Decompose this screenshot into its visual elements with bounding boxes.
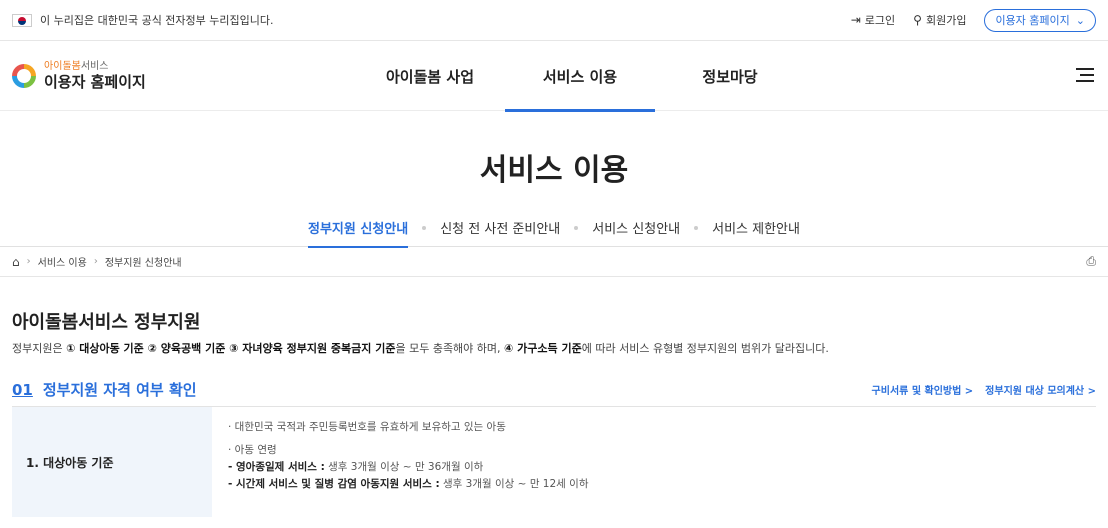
gov-bar: 이 누리집은 대한민국 공식 전자정부 누리집입니다. ⇥ 로그인 ⚲ 회원가입…	[0, 0, 1108, 41]
content-heading: 아이돌봄서비스 정부지원	[12, 312, 201, 333]
menu-icon[interactable]	[1076, 68, 1094, 82]
criteria-body: · 대한민국 국적과 주민등록번호를 유효하게 보유하고 있는 아동 · 아동 …	[212, 407, 589, 517]
separator-dot	[574, 226, 579, 230]
tab-gov-support[interactable]: 정부지원 신청안내	[308, 218, 409, 248]
breadcrumb-item[interactable]: 서비스 이용	[38, 254, 87, 269]
documents-link[interactable]: 구비서류 및 확인방법 >	[872, 382, 974, 397]
logo[interactable]: 아이돌봄서비스 이용자 홈페이지	[12, 61, 312, 91]
breadcrumb-item[interactable]: 정부지원 신청안내	[105, 254, 182, 269]
logo-title: 이용자 홈페이지	[44, 72, 146, 91]
criteria-label: 1. 대상아동 기준	[12, 407, 212, 517]
signup-label: 회원가입	[925, 14, 967, 27]
login-icon: ⇥	[850, 13, 861, 27]
section-title: 정부지원 자격 여부 확인	[42, 381, 197, 399]
breadcrumb: ⌂ › 서비스 이용 › 정부지원 신청안내 ⎙	[0, 247, 1108, 277]
criteria-row: 1. 대상아동 기준 · 대한민국 국적과 주민등록번호를 유효하게 보유하고 …	[12, 407, 1096, 517]
main-header: 아이돌봄서비스 이용자 홈페이지 아이돌봄 사업 서비스 이용 정보마당	[0, 41, 1108, 112]
home-icon[interactable]: ⌂	[12, 255, 20, 269]
tab-application[interactable]: 서비스 신청안내	[592, 218, 680, 247]
user-icon: ⚲	[913, 13, 922, 27]
korea-flag-icon	[12, 13, 32, 27]
section-number: 01	[12, 380, 33, 399]
nav-item-info[interactable]: 정보마당	[655, 41, 805, 111]
logo-subtitle: 아이돌봄서비스	[44, 60, 109, 72]
login-link[interactable]: ⇥ 로그인	[851, 12, 895, 28]
user-home-dropdown[interactable]: 이용자 홈페이지 ⌄	[984, 8, 1096, 32]
user-home-label: 이용자 홈페이지	[995, 14, 1070, 27]
signup-link[interactable]: ⚲ 회원가입	[913, 12, 966, 28]
criteria-line: · 대한민국 국적과 주민등록번호를 유효하게 보유하고 있는 아동	[228, 421, 506, 433]
main-content: 아이돌봄서비스 정부지원 정부지원은 ① 대상아동 기준 ② 양육공백 기준 ③…	[0, 308, 1108, 517]
criteria-line: - 시간제 서비스 및 질병 감염 아동지원 서비스 : 생후 3개월 이상 ~…	[228, 478, 589, 490]
login-label: 로그인	[864, 14, 896, 27]
criteria-line: · 아동 연령	[228, 444, 277, 456]
main-nav: 아이돌봄 사업 서비스 이용 정보마당	[355, 41, 805, 112]
logo-icon	[12, 63, 36, 88]
chevron-down-icon: ⌄	[1075, 13, 1085, 27]
criteria-line: - 영아종일제 서비스 : 생후 3개월 이상 ~ 만 36개월 이하	[228, 461, 484, 473]
print-icon[interactable]: ⎙	[1086, 254, 1096, 269]
nav-item-service[interactable]: 서비스 이용	[505, 41, 655, 112]
page-title: 서비스 이용	[479, 153, 629, 188]
sub-tabs: 정부지원 신청안내 신청 전 사전 준비안내 서비스 신청안내 서비스 제한안내	[0, 218, 1108, 248]
separator-dot	[694, 226, 699, 230]
chevron-right-icon: ›	[93, 256, 98, 267]
tab-preparation[interactable]: 신청 전 사전 준비안내	[440, 218, 560, 247]
simulation-link[interactable]: 정부지원 대상 모의계산 >	[985, 382, 1096, 397]
gov-links: ⇥ 로그인 ⚲ 회원가입 이용자 홈페이지 ⌄	[851, 8, 1096, 32]
nav-item-business[interactable]: 아이돌봄 사업	[355, 41, 505, 111]
section-links: 구비서류 및 확인방법 > 정부지원 대상 모의계산 >	[872, 382, 1096, 397]
separator-dot	[422, 226, 427, 230]
gov-notice: 이 누리집은 대한민국 공식 전자정부 누리집입니다.	[40, 14, 274, 27]
section-header: 01 정부지원 자격 여부 확인 구비서류 및 확인방법 > 정부지원 대상 모…	[12, 381, 1096, 407]
content-description: 정부지원은 ① 대상아동 기준 ② 양육공백 기준 ③ 자녀양육 정부지원 중복…	[12, 342, 829, 355]
tab-restriction[interactable]: 서비스 제한안내	[712, 218, 800, 247]
chevron-right-icon: ›	[26, 256, 31, 267]
